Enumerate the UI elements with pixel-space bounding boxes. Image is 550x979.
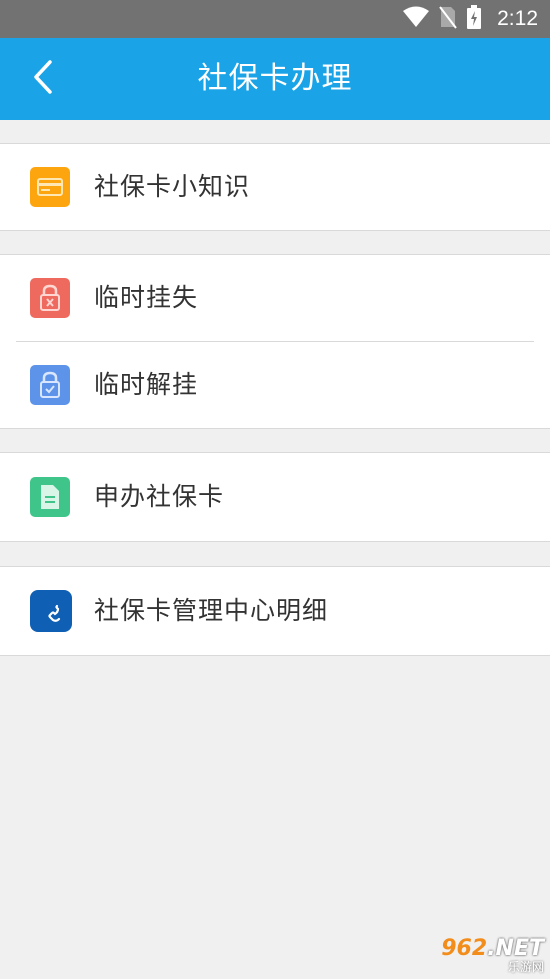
watermark-logo: 962.NET 乐游网	[414, 937, 544, 975]
watermark-sub: 乐游网	[507, 960, 544, 974]
no-sim-icon	[439, 5, 457, 33]
menu-item-label: 临时挂失	[94, 283, 199, 312]
watermark-suffix: .NET	[487, 936, 544, 961]
menu-item-label: 申办社保卡	[94, 482, 225, 511]
document-icon	[30, 477, 70, 517]
menu-item-label: 社保卡小知识	[94, 172, 251, 201]
battery-charging-icon	[467, 5, 482, 33]
lock-x-icon	[30, 278, 70, 318]
menu-group: 临时挂失 临时解挂	[0, 254, 550, 429]
menu-item-label: 社保卡管理中心明细	[94, 596, 329, 625]
menu-item-apply-card[interactable]: 申办社保卡	[0, 453, 550, 541]
lock-check-icon	[30, 365, 70, 405]
menu-item-temporary-unlock[interactable]: 临时解挂	[0, 342, 550, 428]
menu-item-card-knowledge[interactable]: 社保卡小知识	[0, 144, 550, 230]
menu-group: 社保卡小知识	[0, 143, 550, 231]
menu-group: 社保卡管理中心明细	[0, 566, 550, 656]
phone-icon	[30, 590, 72, 632]
watermark-brand: 962	[441, 936, 488, 961]
menu-item-label: 临时解挂	[94, 370, 199, 399]
status-bar: 2:12	[0, 0, 550, 38]
page-title: 社保卡办理	[197, 61, 353, 96]
menu-item-management-center[interactable]: 社保卡管理中心明细	[0, 567, 550, 655]
status-time: 2:12	[497, 7, 538, 30]
wifi-icon	[403, 6, 430, 32]
status-icons: 2:12	[403, 0, 538, 38]
menu-group: 申办社保卡	[0, 452, 550, 542]
menu-item-temporary-loss-report[interactable]: 临时挂失	[0, 255, 550, 341]
app-bar: 社保卡办理	[0, 38, 550, 120]
card-icon	[30, 167, 70, 207]
